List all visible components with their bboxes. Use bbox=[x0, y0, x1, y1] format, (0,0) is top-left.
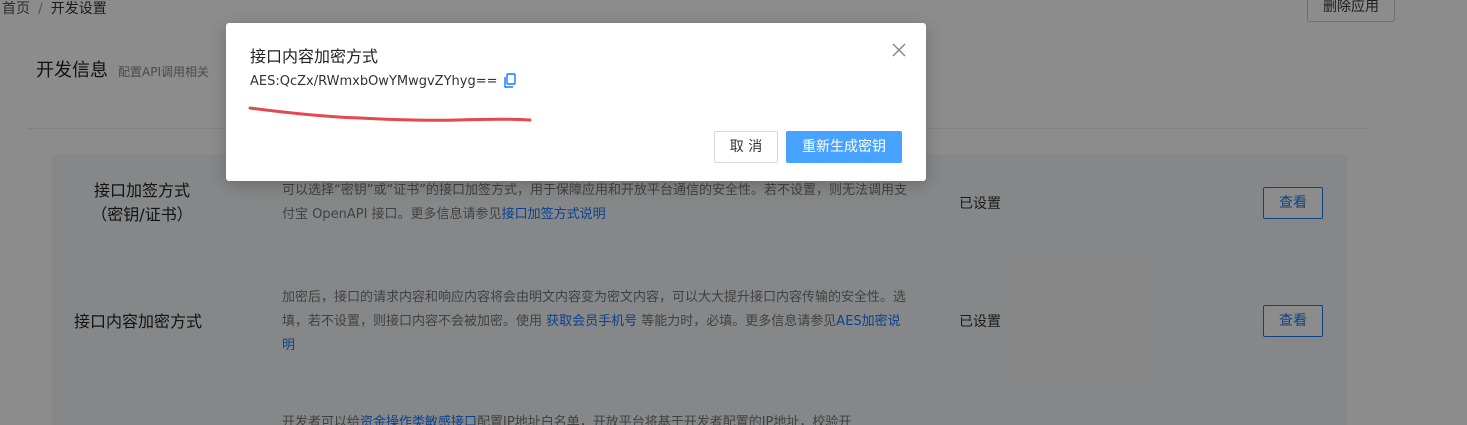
encryption-key-modal: 接口内容加密方式 AES: QcZx/RWmxbOwYMwgvZYhyg== 取… bbox=[226, 23, 926, 181]
aes-key-line: AES: QcZx/RWmxbOwYMwgvZYhyg== bbox=[250, 73, 517, 89]
copy-icon[interactable] bbox=[503, 73, 517, 89]
red-underline-annotation bbox=[248, 106, 532, 122]
regenerate-key-button[interactable]: 重新生成密钥 bbox=[786, 131, 902, 163]
aes-key-value: QcZx/RWmxbOwYMwgvZYhyg== bbox=[279, 73, 498, 89]
modal-title: 接口内容加密方式 bbox=[250, 47, 379, 66]
cancel-button[interactable]: 取 消 bbox=[714, 131, 778, 163]
aes-key-label: AES: bbox=[250, 73, 280, 89]
close-icon[interactable] bbox=[888, 39, 910, 61]
